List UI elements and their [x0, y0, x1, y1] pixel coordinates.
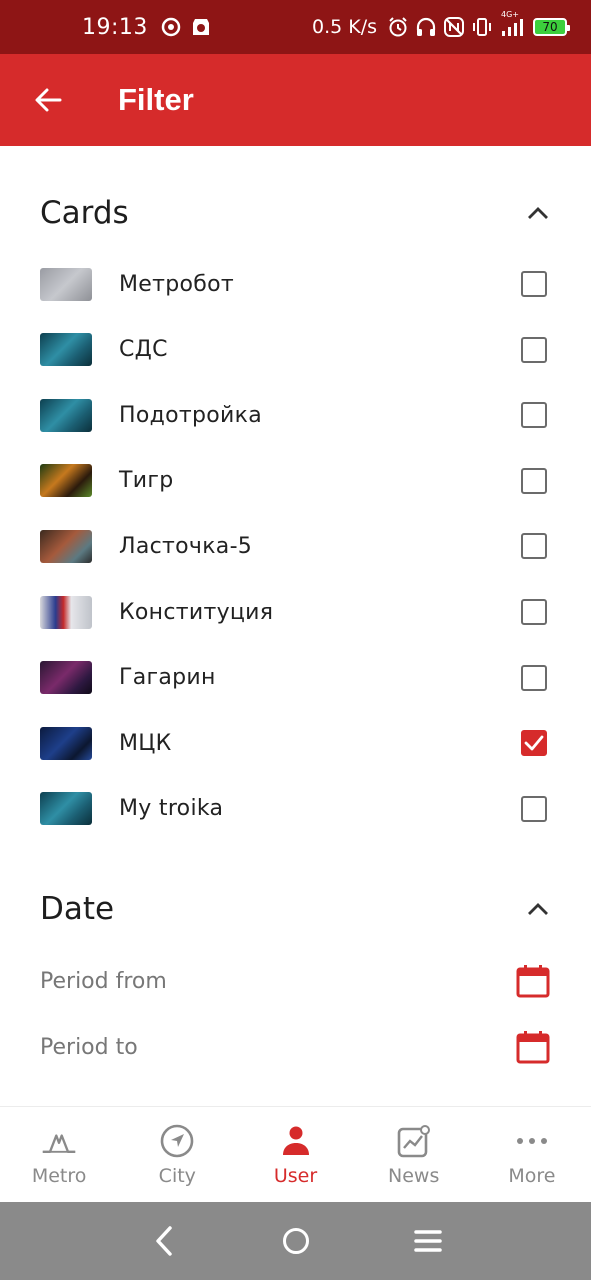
card-name: Тигр [119, 468, 174, 494]
card-filter-row[interactable]: СДС [40, 317, 551, 383]
cards-section-header[interactable]: Cards [40, 188, 551, 238]
card-thumbnail [40, 529, 92, 563]
app-bar: Filter [0, 54, 591, 146]
battery-level: 70 [542, 20, 558, 34]
calendar-icon[interactable] [515, 963, 551, 999]
nav-news[interactable]: News [355, 1107, 473, 1203]
card-name: МЦК [119, 730, 172, 756]
page-title: Filter [118, 82, 194, 117]
battery-icon: 70 [533, 18, 570, 36]
status-bar: 19:13 0.5 K/s 4G+ 70 [0, 0, 591, 54]
chevron-up-icon[interactable] [525, 200, 551, 226]
card-filter-row[interactable]: Подотройка [40, 382, 551, 448]
ticket-app-icon [190, 16, 212, 38]
network-type: 4G+ [501, 10, 519, 19]
card-name: Ласточка-5 [119, 533, 253, 559]
back-button[interactable] [28, 80, 68, 120]
net-speed: 0.5 K/s [311, 16, 377, 38]
status-time: 19:13 [82, 14, 148, 40]
headphones-icon [415, 16, 437, 38]
nav-label: User [273, 1165, 318, 1187]
nav-label: City [158, 1165, 196, 1187]
card-thumbnail [40, 464, 92, 498]
card-name: СДС [119, 337, 168, 363]
card-name: My troika [119, 796, 224, 822]
card-filter-row[interactable]: My troika [40, 776, 551, 842]
alarm-icon [387, 16, 409, 38]
cards-section-title: Cards [40, 195, 129, 231]
metro-logo-icon [41, 1123, 77, 1159]
card-filter-row[interactable]: МЦК [40, 710, 551, 776]
period-from-row[interactable]: Period from [40, 951, 551, 1011]
user-icon [278, 1123, 314, 1159]
home-icon[interactable] [274, 1219, 318, 1263]
period-to-row[interactable]: Period to [40, 1017, 551, 1077]
nfc-icon [443, 16, 465, 38]
checkbox[interactable] [521, 664, 547, 691]
checkbox[interactable] [521, 402, 547, 429]
period-to-label: Period to [40, 1034, 138, 1060]
date-section-title: Date [40, 891, 115, 927]
checkbox[interactable] [521, 795, 547, 822]
card-thumbnail [40, 267, 92, 301]
card-name: Метробот [119, 271, 234, 297]
card-thumbnail [40, 726, 92, 760]
nav-user[interactable]: User [236, 1107, 354, 1203]
menu-icon[interactable] [406, 1219, 450, 1263]
back-icon[interactable] [142, 1219, 186, 1263]
calendar-icon[interactable] [515, 1029, 551, 1065]
nav-label: Metro [31, 1165, 87, 1187]
card-thumbnail [40, 595, 92, 629]
card-thumbnail [40, 333, 92, 367]
nav-label: More [508, 1165, 556, 1187]
date-section-header[interactable]: Date [40, 884, 551, 934]
vibrate-icon [471, 16, 493, 38]
checkbox[interactable] [521, 336, 547, 363]
card-thumbnail [40, 792, 92, 826]
bottom-navigation: Metro City User News More [0, 1106, 591, 1203]
nav-metro[interactable]: Metro [0, 1107, 118, 1203]
card-thumbnail [40, 398, 92, 432]
checkbox-checked[interactable] [521, 730, 547, 757]
card-filter-row[interactable]: Гагарин [40, 645, 551, 711]
navigation-icon [159, 1123, 195, 1159]
checkbox[interactable] [521, 467, 547, 494]
signal-icon: 4G+ [499, 10, 527, 38]
chevron-up-icon[interactable] [525, 896, 551, 922]
system-navigation-bar [0, 1202, 591, 1280]
card-filter-row[interactable]: Конституция [40, 579, 551, 645]
checkmark-icon [524, 735, 544, 751]
checkbox[interactable] [521, 599, 547, 625]
nav-label: News [388, 1165, 440, 1187]
news-chart-icon [396, 1123, 432, 1159]
more-dots-icon [514, 1123, 550, 1159]
checkbox[interactable] [521, 533, 547, 560]
card-filter-row[interactable]: Тигр [40, 448, 551, 514]
card-name: Подотройка [119, 402, 262, 428]
nav-city[interactable]: City [118, 1107, 236, 1203]
period-from-label: Period from [40, 968, 167, 994]
arrow-left-icon [35, 88, 62, 112]
nav-more[interactable]: More [473, 1107, 591, 1203]
card-thumbnail [40, 661, 92, 695]
card-name: Конституция [119, 599, 274, 625]
card-filter-row[interactable]: Метробот [40, 251, 551, 317]
checkbox[interactable] [521, 271, 547, 297]
card-name: Гагарин [119, 665, 216, 691]
music-app-icon [160, 16, 182, 38]
card-filter-row[interactable]: Ласточка-5 [40, 513, 551, 579]
